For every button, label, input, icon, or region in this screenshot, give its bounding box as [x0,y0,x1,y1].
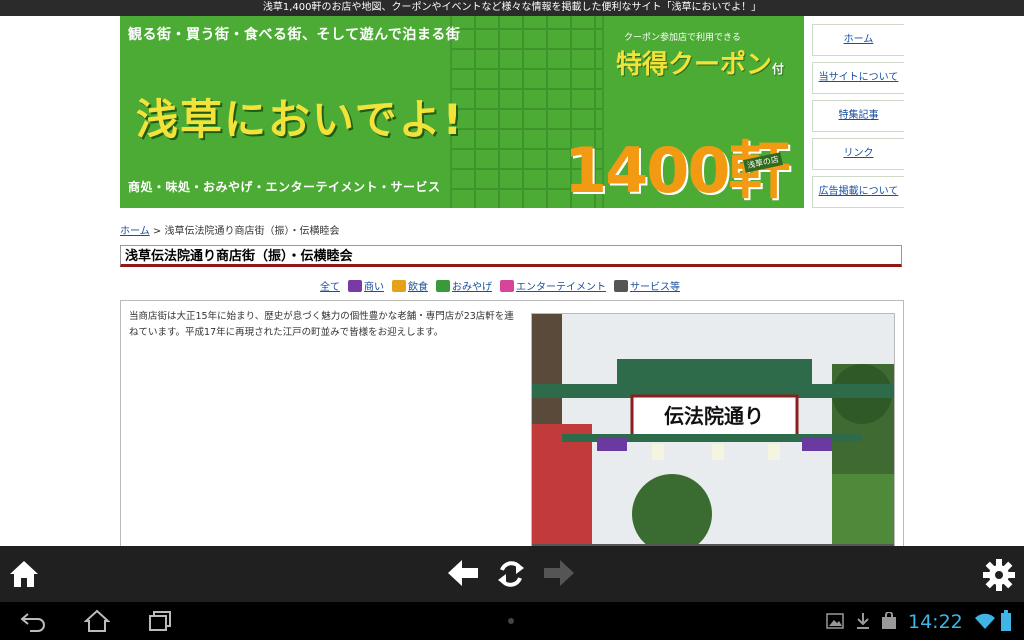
shop-info-box: 当商店街は大正15年に始まり、歴史が息づく魅力の個性豊かな老舗・専門店が23店軒… [120,300,904,546]
forward-arrow-icon [544,560,574,586]
nav-features[interactable]: 特集記事 [812,100,904,132]
home-button[interactable] [8,558,40,594]
system-home-icon [83,609,111,632]
wifi-status [974,613,996,633]
service-icon [614,279,628,292]
category-dining[interactable]: 飲食 [392,278,428,293]
category-all[interactable]: 全て [320,278,340,293]
wifi-icon [975,613,995,629]
side-navigation: ホーム 当サイトについて 特集記事 リンク 広告掲載について [812,24,904,214]
image-icon [826,613,844,629]
coupon-caption: クーポン参加店で利用できる [624,33,741,43]
category-souvenirs[interactable]: おみやげ [436,278,492,293]
gear-icon [983,559,1015,591]
page-indicator-dot [508,618,514,624]
coupon-heading: 特得クーポン付 [616,44,784,81]
browser-toolbar [0,546,1024,602]
system-home-button[interactable] [83,609,111,637]
banner-subline: 商処・味処・おみやげ・エンターテイメント・サービス [128,180,441,194]
nav-about[interactable]: 当サイトについて [812,62,904,94]
refresh-icon [498,561,524,587]
shopping-bag-icon [882,611,896,629]
category-filter: 全て 商い 飲食 おみやげ エンターテイメント サービス等 [320,278,680,293]
back-arrow-icon [448,560,478,586]
page-content: 観る街・買う街・食べる街、そして遊んで泊まる街 浅草においでよ! 商処・味処・お… [0,16,1024,546]
shop-description: 当商店街は大正15年に始まり、歴史が息づく魅力の個性豊かな老舗・専門店が23店軒… [129,311,514,338]
category-entertainment-label: エンターテイメント [516,282,606,293]
nav-advertising[interactable]: 広告掲載について [812,176,904,208]
coupon-suffix: 付 [772,62,785,76]
system-clock: 14:22 [908,611,963,633]
breadcrumb-home[interactable]: ホーム [120,226,150,237]
breadcrumb: ホーム > 浅草伝法院通り商店街（振）・伝横睦会 [120,222,339,237]
home-icon [10,561,38,587]
category-shopping[interactable]: 商い [348,278,384,293]
battery-status [1000,610,1012,636]
banner-tagline: 観る街・買う街・食べる街、そして遊んで泊まる街 [128,27,461,43]
system-back-icon [20,613,45,632]
breadcrumb-separator: > [152,226,162,237]
back-button[interactable] [446,558,480,592]
category-all-label: 全て [320,282,340,293]
settings-button[interactable] [982,558,1016,596]
nav-links[interactable]: リンク [812,138,904,170]
download-notification[interactable] [855,612,871,634]
store-notification[interactable] [880,611,898,634]
gallery-notification[interactable] [826,613,844,633]
breadcrumb-current: 浅草伝法院通り商店街（振）・伝横睦会 [164,226,340,237]
refresh-button[interactable] [494,558,528,594]
street-photo: 伝法院通り [531,313,895,546]
nav-home[interactable]: ホーム [812,24,904,56]
recent-apps-button[interactable] [148,610,174,636]
food-icon [392,279,406,292]
gate-sign-text: 伝法院通り [664,404,764,428]
category-services[interactable]: サービス等 [614,278,680,293]
download-icon [857,613,869,629]
category-souvenirs-label: おみやげ [452,282,492,293]
page-title: 浅草伝法院通り商店街（振）・伝横睦会 [120,245,902,267]
battery-icon [1001,610,1011,631]
category-shopping-label: 商い [364,282,384,293]
gate-photo-graphic: 伝法院通り [532,314,894,546]
category-entertainment[interactable]: エンターテイメント [500,278,606,293]
recent-apps-icon [149,611,171,631]
gift-icon [436,279,450,292]
category-services-label: サービス等 [630,282,680,293]
window-title: 浅草1,400軒のお店や地図、クーポンやイベントなど様々な情報を掲載した便利なサ… [0,0,1024,16]
coupon-heading-text: 特得クーポン [616,50,773,80]
system-back-button[interactable] [20,610,46,636]
site-logo: 浅草においでよ! [136,95,464,144]
forward-button[interactable] [542,558,576,592]
basket-icon [348,279,362,292]
category-dining-label: 飲食 [408,282,428,293]
system-navigation-bar: 14:22 [0,602,1024,640]
entertainment-icon [500,279,514,292]
site-banner[interactable]: 観る街・買う街・食べる街、そして遊んで泊まる街 浅草においでよ! 商処・味処・お… [120,16,804,208]
